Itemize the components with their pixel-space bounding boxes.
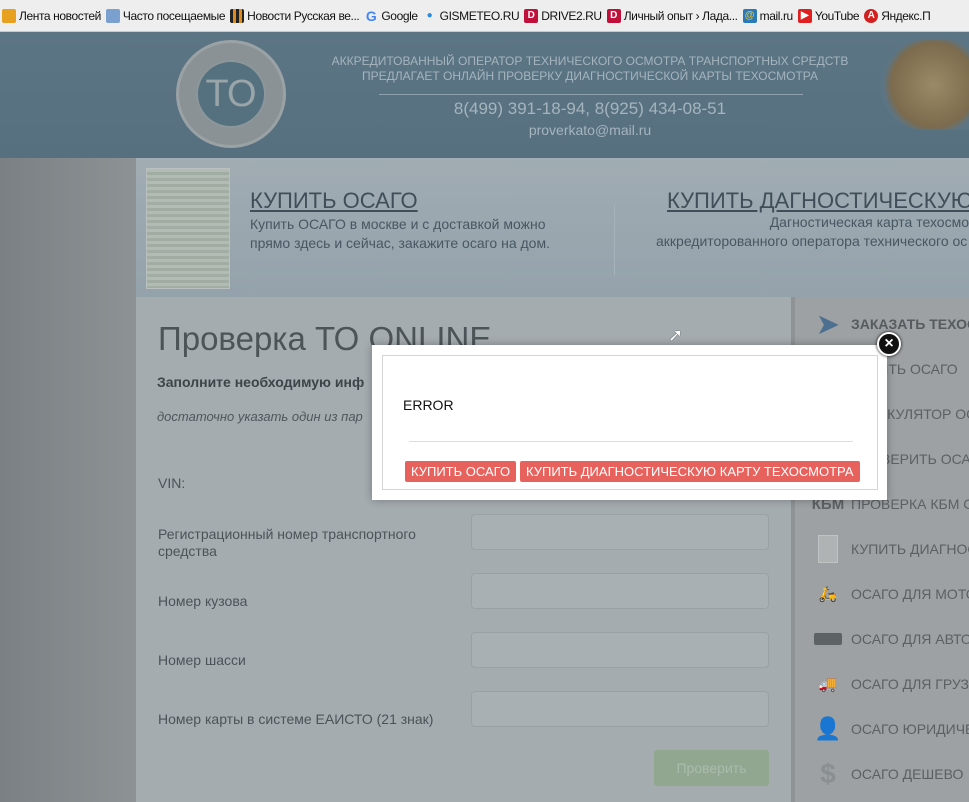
- person-icon: 👤: [814, 716, 842, 741]
- header-email[interactable]: proverkato@mail.ru: [330, 122, 850, 138]
- bookmark[interactable]: Лента новостей: [2, 8, 101, 23]
- bookmark[interactable]: Новости Русская ве...: [230, 8, 360, 23]
- bookmark-label: Личный опыт › Лада...: [623, 8, 738, 23]
- bookmark-label: mail.ru: [759, 8, 794, 23]
- promo-divider: [614, 205, 615, 275]
- sidebar-item-bus[interactable]: ОСАГО ДЛЯ АВТО: [813, 624, 969, 654]
- buy-dk-button[interactable]: КУПИТЬ ДИАГНОСТИЧЕСКУЮ КАРТУ ТЕХОСМОТРА: [520, 461, 860, 482]
- vin-label: VIN:: [158, 475, 186, 491]
- error-message: ERROR: [403, 397, 454, 413]
- close-icon[interactable]: ×: [877, 332, 901, 356]
- bookmark[interactable]: ● GISMETEO.RU: [423, 9, 520, 23]
- modal-divider: [409, 441, 853, 442]
- ribbon-icon: [230, 8, 245, 23]
- header-tagline: АККРЕДИТОВАННЫЙ ОПЕРАТОР ТЕХНИЧЕСКОГО ОС…: [331, 54, 849, 83]
- sidebar-item-label: ОСАГО ДЛЯ ГРУЗ: [851, 676, 969, 692]
- buy-dk-link[interactable]: КУПИТЬ ДАГНОСТИЧЕСКУЮ КА: [667, 188, 969, 214]
- body-number-label: Номер кузова: [158, 593, 248, 609]
- bookmark-label: Новости Русская ве...: [247, 8, 360, 23]
- dk-description: Дагностическая карта техосмо аккредиторов…: [656, 214, 969, 249]
- bookmark-label: Часто посещаемые: [122, 8, 226, 23]
- osago-description: Купить ОСАГО в москве и с доставкой можн…: [250, 216, 550, 251]
- document-icon: [813, 535, 843, 563]
- check-button[interactable]: Проверить: [654, 750, 769, 786]
- bookmark-label: Лента новостей: [19, 8, 101, 23]
- reg-number-input[interactable]: [471, 514, 769, 550]
- form-instructions: Заполните необходимую инф: [157, 374, 365, 390]
- reg-number-label: Регистрационный номер транспортного сред…: [158, 526, 416, 559]
- drive2-icon: D: [606, 8, 621, 23]
- sidebar-item-label: ОСАГО ДЕШЕВО: [851, 766, 964, 782]
- sidebar-item-label: ОСАГО ДЛЯ АВТО: [851, 631, 969, 647]
- sidebar-item-legal[interactable]: 👤 ОСАГО ЮРИДИЧЕ: [813, 714, 969, 744]
- buy-osago-button[interactable]: КУПИТЬ ОСАГО: [405, 461, 517, 482]
- site-logo[interactable]: ТО: [176, 40, 286, 148]
- cursor-icon: ➤: [817, 308, 839, 339]
- chassis-number-input[interactable]: [471, 632, 769, 668]
- modal-content: ERROR КУПИТЬ ОСАГО КУПИТЬ ДИАГНОСТИЧЕСКУ…: [382, 355, 878, 490]
- form-hint: достаточно указать один из пар: [157, 409, 363, 424]
- header-phones: 8(499) 391-18-94, 8(925) 434-08-51: [453, 99, 727, 118]
- youtube-icon: ▶: [797, 8, 812, 23]
- buy-osago-link[interactable]: КУПИТЬ ОСАГО: [250, 188, 418, 214]
- rss-icon: [2, 8, 16, 23]
- bookmark-label: Яндекс.П: [881, 8, 931, 23]
- mailru-icon: @: [742, 8, 757, 23]
- eaisto-number-label: Номер карты в системе ЕАИСТО (21 знак): [158, 711, 434, 727]
- bookmark[interactable]: G Google: [364, 7, 418, 24]
- yandex-icon: A: [864, 8, 879, 23]
- dollar-icon: $: [820, 758, 836, 789]
- osago-document-image: [146, 168, 230, 289]
- sidebar-item-moto[interactable]: 🛵 ОСАГО ДЛЯ МОТО: [813, 579, 969, 609]
- drop-icon: ●: [426, 9, 433, 21]
- truck-icon: 🚚: [818, 676, 838, 693]
- logo-text: ТО: [196, 60, 266, 128]
- bookmarks-bar: Лента новостей Часто посещаемые Новости …: [0, 0, 969, 32]
- bookmark-label: GISMETEO.RU: [439, 8, 520, 23]
- eaisto-number-input[interactable]: [471, 691, 769, 727]
- sidebar-item-label: ЗАКАЗАТЬ ТЕХОС: [851, 316, 969, 332]
- sidebar-item-truck[interactable]: 🚚 ОСАГО ДЛЯ ГРУЗ: [813, 669, 969, 699]
- bus-icon: [813, 627, 843, 651]
- bookmark[interactable]: Часто посещаемые: [105, 8, 226, 23]
- bookmark[interactable]: @ mail.ru: [742, 8, 794, 23]
- header-divider: [379, 94, 803, 95]
- bookmark-label: DRIVE2.RU: [541, 8, 602, 23]
- sidebar-item-label: ОСАГО ЮРИДИЧЕ: [851, 721, 969, 737]
- scooter-icon: 🛵: [818, 586, 838, 603]
- bookmark-label: YouTube: [814, 8, 860, 23]
- bookmark[interactable]: D Личный опыт › Лада...: [606, 8, 738, 23]
- drive2-icon: D: [524, 8, 539, 23]
- page-icon: [105, 8, 120, 23]
- sidebar-item-cheap[interactable]: $ ОСАГО ДЕШЕВО: [813, 758, 964, 789]
- site-header: [0, 32, 969, 158]
- mouse-cursor-icon: ➚: [668, 325, 684, 345]
- chassis-number-label: Номер шасси: [158, 652, 246, 668]
- emblem-image: [880, 40, 969, 130]
- sidebar-item-label: КУПИТЬ ДИАГНОС: [851, 541, 969, 557]
- bookmark[interactable]: A Яндекс.П: [864, 8, 931, 23]
- body-number-input[interactable]: [471, 573, 769, 609]
- bookmark-label: Google: [381, 8, 418, 23]
- bookmark[interactable]: ▶ YouTube: [797, 8, 860, 23]
- google-icon: G: [365, 7, 377, 24]
- error-modal: ERROR КУПИТЬ ОСАГО КУПИТЬ ДИАГНОСТИЧЕСКУ…: [372, 345, 887, 500]
- bookmark[interactable]: D DRIVE2.RU: [524, 8, 602, 23]
- sidebar-item-buy-dk[interactable]: КУПИТЬ ДИАГНОС: [813, 534, 969, 564]
- sidebar-item-label: ОСАГО ДЛЯ МОТО: [851, 586, 969, 602]
